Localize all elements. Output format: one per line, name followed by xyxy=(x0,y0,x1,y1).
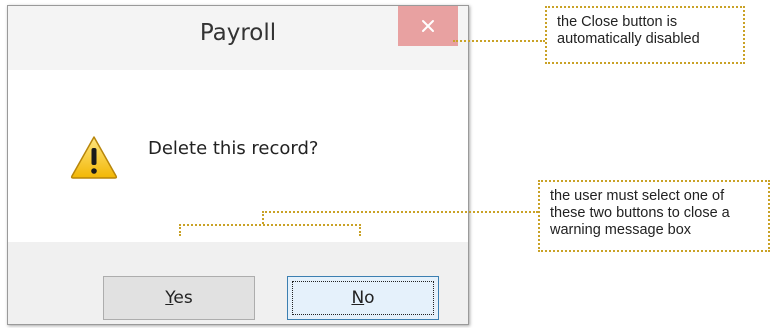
close-button[interactable] xyxy=(398,6,458,46)
close-callout-leader xyxy=(453,40,545,42)
buttons-callout-leader-horizontal xyxy=(262,211,538,213)
yes-button-label: Yes xyxy=(165,288,193,308)
no-button[interactable]: No xyxy=(287,276,439,320)
dialog-message: Delete this record? xyxy=(148,138,319,159)
buttons-bracket xyxy=(179,224,361,236)
yes-button[interactable]: Yes xyxy=(103,276,255,320)
message-area: Delete this record? xyxy=(8,70,468,242)
no-button-label: No xyxy=(351,288,375,308)
button-bar: Yes No xyxy=(8,242,468,324)
close-icon xyxy=(422,20,434,32)
warning-icon xyxy=(70,136,118,179)
message-box-dialog: Payroll Delete this record? Yes No xyxy=(7,5,469,325)
buttons-bracket-stem xyxy=(262,211,264,224)
buttons-callout: the user must select one of these two bu… xyxy=(538,180,770,252)
title-bar: Payroll xyxy=(8,6,468,70)
close-button-callout: the Close button is automatically disabl… xyxy=(545,6,745,64)
